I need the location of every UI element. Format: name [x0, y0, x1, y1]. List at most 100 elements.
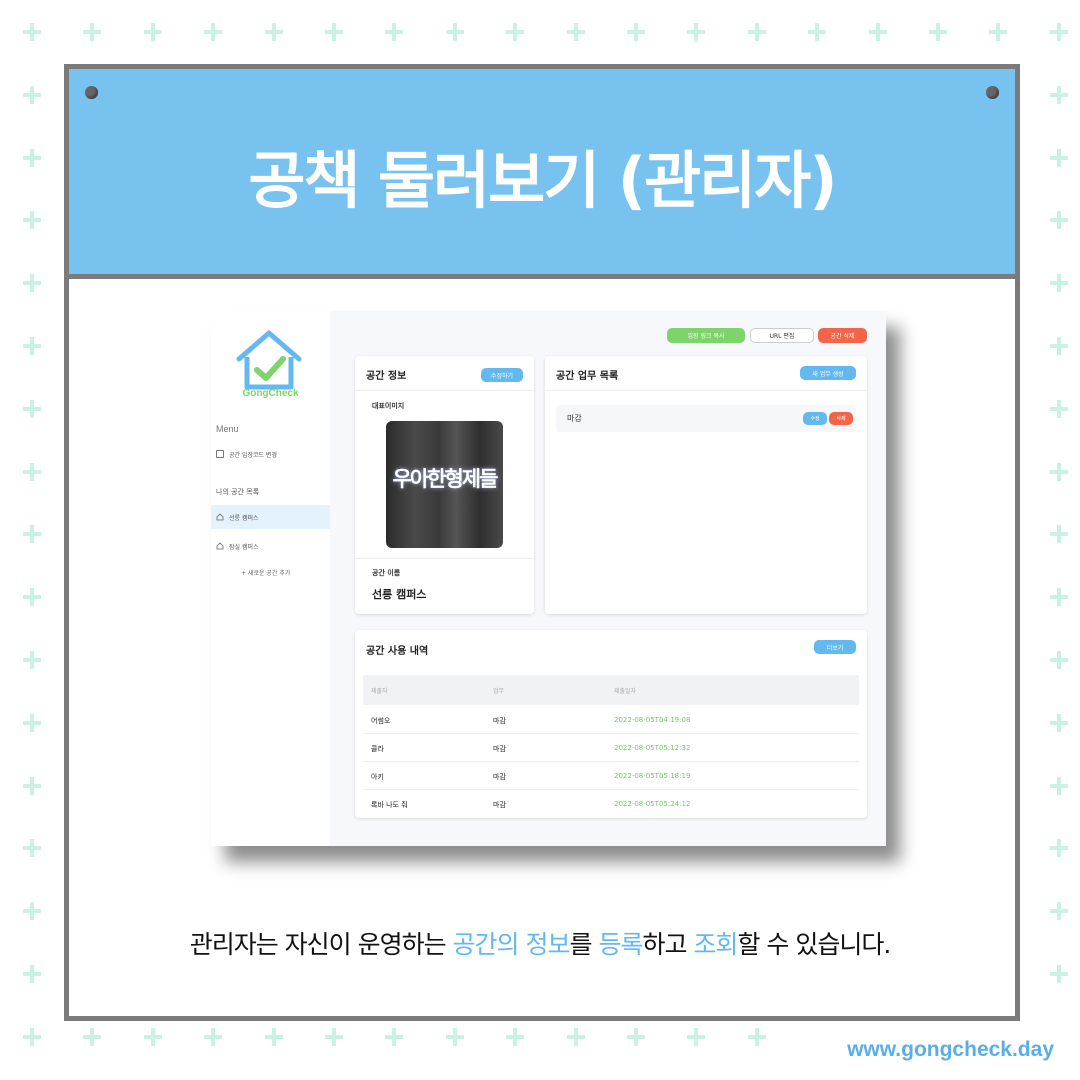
- plus-decoration: [83, 1027, 102, 1046]
- plus-decoration: [989, 23, 1008, 41]
- logo-name: GongCheck: [242, 388, 299, 399]
- task-cell: 마감: [493, 745, 506, 753]
- sidebar-item-space[interactable]: 잠실 캠퍼스: [211, 534, 330, 558]
- plus-decoration: [929, 23, 947, 41]
- representative-image: 우아한형제들: [386, 421, 503, 548]
- copy-link-label: 입장 링크 복사: [687, 333, 725, 340]
- edit-task-button[interactable]: 수정: [803, 412, 827, 425]
- plus-decoration: [23, 525, 41, 544]
- plus-decoration: [23, 148, 41, 167]
- plus-decoration: [506, 1027, 525, 1046]
- delete-space-button[interactable]: 공간 삭제: [818, 328, 867, 343]
- plus-decoration: [687, 1027, 706, 1046]
- task-row: 마감 수정 삭제: [556, 405, 856, 432]
- sidebar-item-space[interactable]: 선릉 캠퍼스: [211, 505, 330, 529]
- new-task-button[interactable]: 새 업무 생성: [800, 366, 856, 380]
- plus-decoration: [1049, 23, 1068, 41]
- plus-decoration: [1049, 902, 1068, 921]
- plus-decoration: [1049, 462, 1068, 481]
- edit-url-label: URL 편집: [769, 333, 795, 340]
- caption: 관리자는 자신이 운영하는 공간의 정보를 등록하고 조회할 수 있습니다.: [0, 925, 1080, 961]
- task-cell: 마감: [493, 773, 506, 781]
- rep-image-label: 대표이미지: [372, 402, 405, 410]
- pin-icon: [986, 86, 999, 99]
- plus-decoration: [1049, 337, 1068, 355]
- card-title: 공간 사용 내역: [366, 646, 429, 657]
- more-button[interactable]: 더보기: [814, 640, 856, 654]
- caption-text: 할 수 있습니다.: [737, 930, 891, 959]
- column-header: 제출자: [371, 688, 388, 695]
- table-row[interactable]: 어썸오 마감 2022-08-05T04:19:08: [363, 706, 859, 734]
- plus-decoration: [23, 337, 41, 355]
- task-cell: 마감: [493, 717, 506, 725]
- site-url[interactable]: www.gongcheck.day: [847, 1038, 1054, 1062]
- submitter-cell: 어썸오: [371, 717, 391, 725]
- caption-highlight: 조회: [693, 930, 738, 959]
- plus-decoration: [1049, 211, 1068, 230]
- plus-decoration: [627, 1027, 645, 1046]
- usage-history-card: 공간 사용 내역 더보기 제출자 업무 제출일자 어썸오 마감 2022-08-…: [355, 630, 867, 818]
- plus-decoration: [204, 1027, 223, 1046]
- card-title: 공간 정보: [366, 371, 407, 382]
- date-cell: 2022-08-05T05:18:19: [614, 772, 691, 780]
- sidebar-item-label: 선릉 캠퍼스: [229, 514, 259, 522]
- column-header: 업무: [493, 688, 505, 695]
- plus-decoration: [627, 23, 645, 41]
- table-row[interactable]: 콜라 마감 2022-08-05T05:12:32: [363, 734, 859, 762]
- space-name-label: 공간 이름: [372, 569, 401, 577]
- plus-decoration: [23, 274, 41, 293]
- plus-decoration: [264, 1027, 283, 1046]
- plus-decoration: [385, 1027, 404, 1046]
- caption-highlight: 공간의 정보: [452, 930, 571, 959]
- caption-text: 를: [569, 930, 599, 959]
- plus-decoration: [1049, 965, 1068, 983]
- task-list-card: 공간 업무 목록 새 업무 생성 마감 수정 삭제: [545, 356, 867, 614]
- sidebar: GongCheck Menu 공간 입장코드 변경 나의 공간 목록 선릉 캠퍼…: [211, 311, 330, 846]
- plus-decoration: [687, 23, 706, 41]
- date-cell: 2022-08-05T05:12:32: [614, 744, 691, 752]
- plus-decoration: [506, 23, 525, 41]
- caption-text: 관리자는 자신이 운영하는: [189, 930, 453, 959]
- task-cell: 마감: [493, 801, 506, 809]
- plus-decoration: [747, 23, 766, 41]
- plus-decoration: [1049, 525, 1068, 544]
- plus-decoration: [1049, 588, 1068, 607]
- task-name: 마감: [567, 414, 582, 423]
- plus-decoration: [23, 588, 41, 607]
- home-icon: [216, 513, 224, 521]
- lock-icon: [216, 450, 224, 458]
- add-space-link[interactable]: + 새로운 공간 추가: [241, 568, 290, 577]
- plus-decoration: [445, 1027, 464, 1046]
- plus-decoration: [1049, 776, 1068, 795]
- plus-decoration: [385, 23, 404, 41]
- divider: [355, 558, 534, 559]
- home-icon: [216, 542, 224, 550]
- date-cell: 2022-08-05T04:19:08: [614, 716, 691, 724]
- plus-decoration: [566, 23, 585, 41]
- edit-space-button[interactable]: 수정하기: [481, 368, 523, 382]
- edit-url-button[interactable]: URL 편집: [750, 328, 814, 343]
- plus-decoration: [1049, 839, 1068, 858]
- plus-decoration: [23, 23, 41, 41]
- plus-decoration: [23, 902, 41, 921]
- pin-icon: [85, 86, 98, 99]
- plus-decoration: [808, 23, 827, 41]
- plus-decoration: [1049, 274, 1068, 293]
- submitter-cell: 콜라: [371, 745, 384, 753]
- copy-entry-link-button[interactable]: 입장 링크 복사: [667, 328, 745, 343]
- caption-highlight: 등록: [598, 930, 643, 959]
- sidebar-item-label: 잠실 캠퍼스: [229, 543, 259, 551]
- rep-image-text: 우아한형제들: [392, 467, 499, 491]
- sidebar-item-label: 공간 입장코드 변경: [229, 451, 277, 459]
- column-header: 제출일자: [614, 688, 637, 695]
- table-row[interactable]: 아키 마감 2022-08-05T05:18:19: [363, 762, 859, 790]
- space-info-card: 공간 정보 수정하기 대표이미지 우아한형제들 공간 이름 선릉 캠퍼스: [355, 356, 534, 614]
- plus-decoration: [23, 462, 41, 481]
- table-row[interactable]: 록바 나도 줘 마감 2022-08-05T05:24:12: [363, 790, 859, 818]
- delete-task-button[interactable]: 삭제: [829, 412, 853, 425]
- plus-decoration: [1049, 85, 1068, 104]
- plus-decoration: [1049, 713, 1068, 732]
- sidebar-item-entry-code[interactable]: 공간 입장코드 변경: [211, 442, 330, 466]
- plus-decoration: [204, 23, 223, 41]
- plus-decoration: [23, 85, 41, 104]
